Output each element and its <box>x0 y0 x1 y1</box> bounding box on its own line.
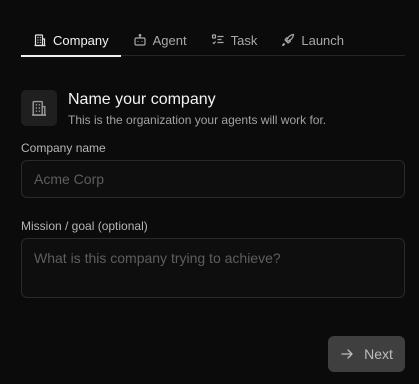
page-title: Name your company <box>68 91 216 108</box>
arrow-right-icon <box>340 347 354 361</box>
tab-task[interactable]: Task <box>199 24 270 56</box>
step-header: Name your company This is the organizati… <box>21 90 326 127</box>
tab-label: Task <box>230 32 258 48</box>
building-icon <box>33 33 47 47</box>
tab-label: Company <box>53 32 109 48</box>
wizard-tabs: Company Agent Task Launch <box>21 24 405 57</box>
tab-label: Launch <box>301 32 345 48</box>
rocket-icon <box>281 33 295 47</box>
tab-launch[interactable]: Launch <box>269 24 356 56</box>
company-name-input[interactable] <box>21 160 405 198</box>
mission-input[interactable] <box>21 238 405 298</box>
page-subtitle: This is the organization your agents wil… <box>68 113 327 127</box>
tab-label: Agent <box>152 32 187 48</box>
company-name-label: Company name <box>21 141 106 155</box>
next-button-label: Next <box>364 346 393 362</box>
bot-icon <box>133 33 147 47</box>
mission-label: Mission / goal (optional) <box>21 219 148 233</box>
next-button[interactable]: Next <box>328 336 405 372</box>
tab-company[interactable]: Company <box>21 24 121 57</box>
tab-agent[interactable]: Agent <box>121 24 199 56</box>
building-icon <box>21 90 57 126</box>
checklist-icon <box>211 33 225 47</box>
